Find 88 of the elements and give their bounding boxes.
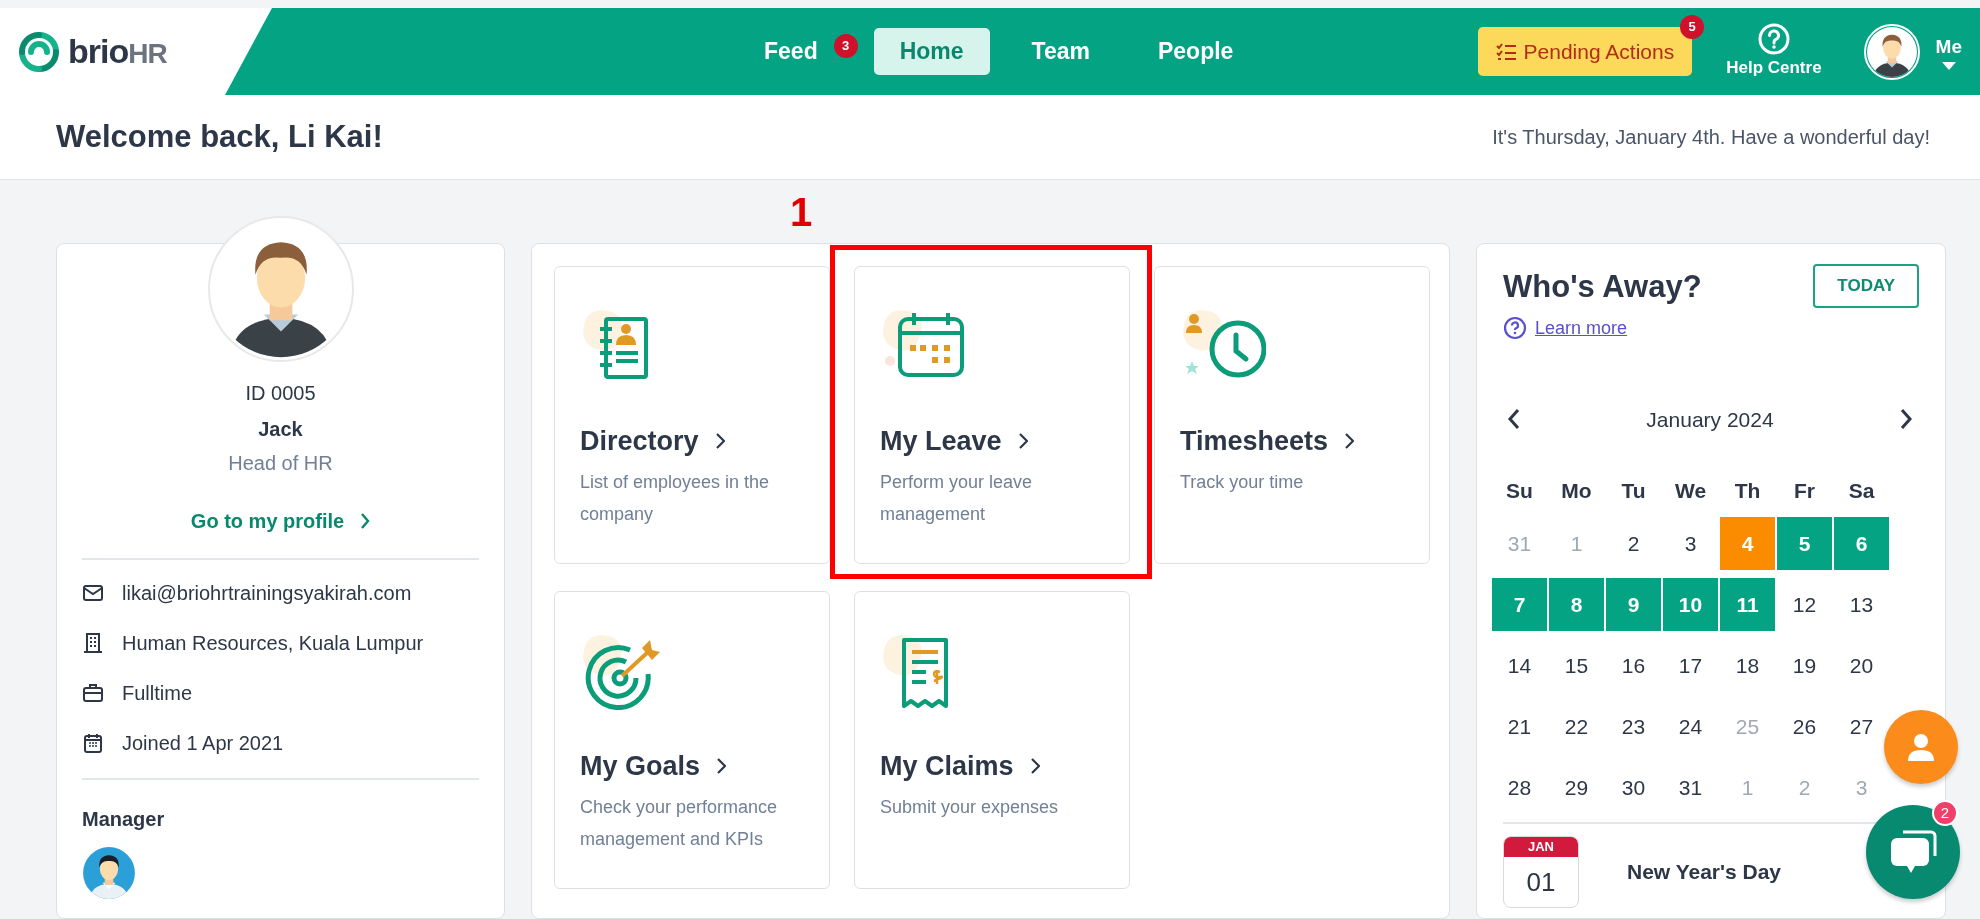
logo-icon xyxy=(18,30,60,73)
tile-description: Submit your expenses xyxy=(880,795,1060,819)
learn-more-link[interactable]: Learn more xyxy=(1535,314,1628,342)
detail-text: Joined 1 Apr 2021 xyxy=(122,731,284,756)
chevron-right-icon[interactable] xyxy=(1899,408,1913,431)
help-icon xyxy=(1503,316,1527,340)
month-label: January 2024 xyxy=(1646,406,1774,433)
tile-title: Directory xyxy=(580,425,699,458)
tile-title: My Leave xyxy=(880,425,1002,458)
calendar-day[interactable]: 24 xyxy=(1678,715,1703,738)
calendar-day[interactable]: 2 xyxy=(1627,532,1640,555)
briefcase-icon xyxy=(82,682,104,704)
job-title: Head of HR xyxy=(228,451,333,476)
notification-badge: 5 xyxy=(1680,14,1705,39)
weekday-label: Sa xyxy=(1847,478,1876,504)
calendar-day[interactable]: 27 xyxy=(1849,715,1874,738)
calendar-day[interactable]: 21 xyxy=(1507,715,1532,738)
calendar-day[interactable]: 12 xyxy=(1792,593,1817,616)
chevron-right-icon xyxy=(1017,432,1028,451)
today-button[interactable]: TODAY xyxy=(1813,264,1919,308)
tile-description: Check your performance management and KPIs xyxy=(580,795,779,851)
detail-text: likai@briohrtrainingsyakirah.com xyxy=(122,581,412,606)
user-name: Me xyxy=(1935,35,1962,60)
calendar-icon xyxy=(82,732,104,754)
weekday-label: Tu xyxy=(1620,478,1647,504)
tile-title: My Goals xyxy=(580,750,701,783)
chevron-right-icon xyxy=(1344,432,1355,451)
chevron-right-icon xyxy=(716,757,727,776)
weekday-label: Th xyxy=(1733,478,1762,504)
holiday-name: New Year's Day xyxy=(1627,859,1782,886)
calendar-day[interactable]: 23 xyxy=(1621,715,1646,738)
calendar-day[interactable]: 31 xyxy=(1678,776,1703,799)
step-number: 1 xyxy=(790,192,813,232)
notification-badge: 2 xyxy=(1932,800,1958,826)
checklist-icon xyxy=(1495,42,1516,61)
app-tile[interactable]: My Leave Perform your leave management xyxy=(854,266,1130,564)
calendar-day[interactable]: 22 xyxy=(1564,715,1589,738)
card-title: Who's Away? xyxy=(1503,268,1702,306)
app-tile[interactable]: Timesheets Track your time xyxy=(1154,266,1430,564)
tile-title: My Claims xyxy=(880,750,1014,783)
envelope-icon xyxy=(82,582,104,604)
calendar-day[interactable]: 19 xyxy=(1792,654,1817,677)
chevron-left-icon[interactable] xyxy=(1507,408,1521,431)
employee-id: ID 0005 xyxy=(245,381,316,406)
app-tile[interactable]: My Goals Check your performance management and KPIs xyxy=(554,591,830,889)
notification-badge: 3 xyxy=(833,33,858,58)
calendar-day[interactable]: 16 xyxy=(1621,654,1646,677)
chat-icon xyxy=(1889,830,1937,874)
date-badge: JAN 01 xyxy=(1503,836,1579,908)
calendar-day[interactable]: 29 xyxy=(1564,776,1589,799)
calendar-day[interactable]: 17 xyxy=(1678,654,1703,677)
person-icon xyxy=(1906,732,1936,762)
chevron-right-icon xyxy=(1029,757,1040,776)
caret-down-icon xyxy=(1941,61,1956,70)
chevron-right-icon xyxy=(360,512,371,530)
calendar-day[interactable]: 15 xyxy=(1564,654,1589,677)
avatar xyxy=(1863,23,1920,80)
calendar-day[interactable]: 18 xyxy=(1735,654,1760,677)
calendar-day[interactable]: 26 xyxy=(1792,715,1817,738)
manager-avatar xyxy=(82,846,136,900)
calendar-day[interactable]: 3 xyxy=(1684,532,1697,555)
calendar-day[interactable]: 14 xyxy=(1507,654,1532,677)
employee-name: Jack xyxy=(258,417,303,442)
tile-description: Track your time xyxy=(1180,470,1305,494)
building-icon xyxy=(82,632,104,654)
welcome-title: Welcome back, Li Kai! xyxy=(56,118,383,156)
greeting-text: It's Thursday, January 4th. Have a wonderful day! xyxy=(1492,125,1930,150)
calendar-day[interactable]: 28 xyxy=(1507,776,1532,799)
calendar-day[interactable]: 20 xyxy=(1849,654,1874,677)
calendar-day[interactable]: 30 xyxy=(1621,776,1646,799)
tile-title: Timesheets xyxy=(1180,425,1329,458)
detail-text: Human Resources, Kuala Lumpur xyxy=(122,631,424,656)
calendar-day[interactable]: 13 xyxy=(1849,593,1874,616)
weekday-label: Su xyxy=(1505,478,1534,504)
logo-text: brioHR xyxy=(68,31,167,72)
tile-description: List of employees in the company xyxy=(580,470,771,526)
weekday-label: Mo xyxy=(1560,478,1593,504)
tile-description: Perform your leave management xyxy=(880,470,1034,526)
weekday-label: Fr xyxy=(1793,478,1816,504)
help-icon xyxy=(1757,22,1790,55)
profile-link[interactable]: Go to my profile xyxy=(190,506,371,536)
weekday-label: We xyxy=(1673,478,1708,504)
nav-tab[interactable]: Home xyxy=(873,28,990,75)
detail-text: Fulltime xyxy=(122,681,192,706)
section-label: Manager xyxy=(82,807,166,832)
app-tile[interactable]: My Claims Submit your expenses xyxy=(854,591,1130,889)
app-tile[interactable]: Directory List of employees in the company xyxy=(554,266,830,564)
chevron-right-icon xyxy=(714,432,725,451)
